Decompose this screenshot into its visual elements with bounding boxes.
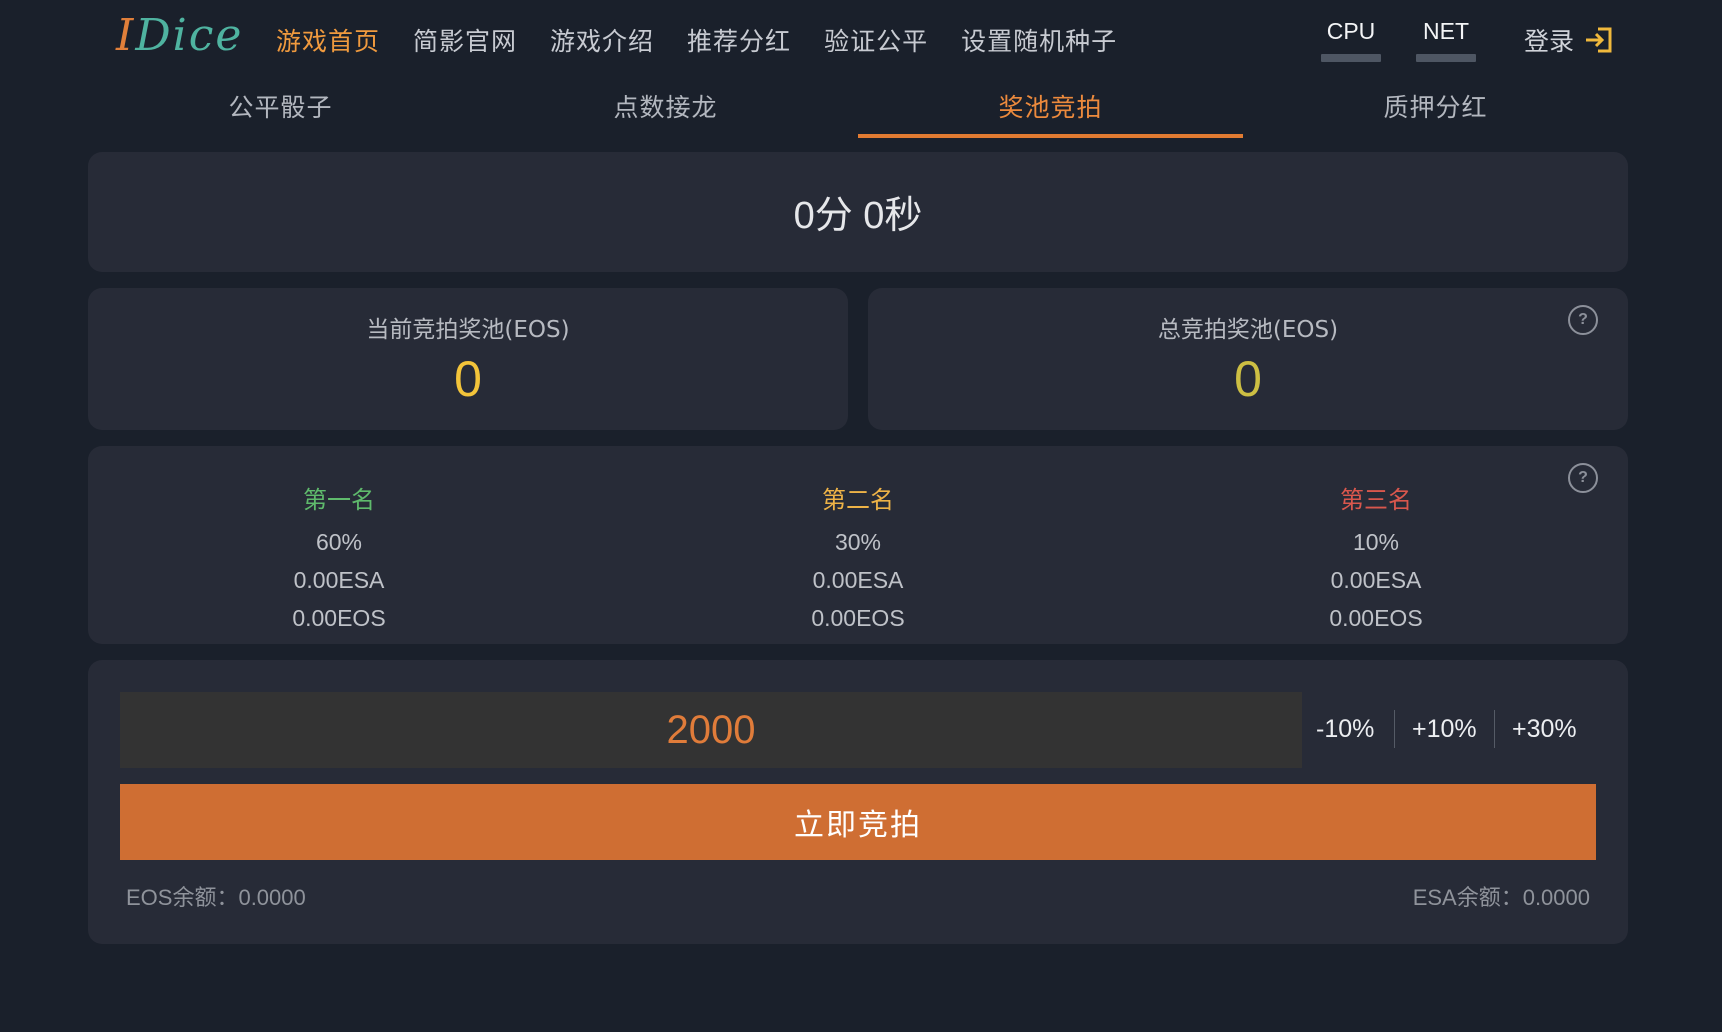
current-pool-value: 0 xyxy=(454,351,482,407)
bid-card: -10% +10% +30% 立即竞拍 EOS余额：0.0000 ESA余额：0… xyxy=(88,660,1628,944)
total-pool-value: 0 xyxy=(1234,351,1262,407)
adjust-plus-30: +30% xyxy=(1512,704,1577,754)
cpu-label: CPU xyxy=(1326,18,1376,44)
nav-item-verify-fairness[interactable]: 验证公平 xyxy=(824,22,928,58)
game-tabs: 公平骰子 点数接龙 奖池竞拍 质押分红 xyxy=(88,78,1628,138)
net-resource-meter: NET xyxy=(1416,18,1476,62)
rank-esa-amount: 0.00ESA xyxy=(812,567,904,593)
nav-item-official-site[interactable]: 简影官网 xyxy=(413,22,517,58)
divider xyxy=(1494,710,1495,748)
login-label: 登录 xyxy=(1524,27,1575,56)
login-button[interactable]: 登录 xyxy=(1524,22,1614,58)
nav-item-set-random-seed[interactable]: 设置随机种子 xyxy=(961,22,1117,58)
top-navbar: IDice 游戏首页 简影官网 游戏介绍 推荐分红 验证公平 设置随机种子 CP… xyxy=(0,0,1722,78)
rank-percent: 30% xyxy=(834,529,882,555)
bid-amount-input[interactable] xyxy=(120,692,1302,768)
total-pool-title: 总竞拍奖池(EOS) xyxy=(1157,317,1339,343)
tab-fair-dice[interactable]: 公平骰子 xyxy=(88,78,473,138)
prize-ranks-card: ? 第一名 60% 0.00ESA 0.00EOS 第二名 30% 0.00ES… xyxy=(88,446,1628,644)
esa-balance: ESA余额：0.0000 xyxy=(1412,885,1590,910)
rank-second: 第二名 30% 0.00ESA 0.00EOS xyxy=(708,480,1008,637)
rank-esa-amount: 0.00ESA xyxy=(1330,567,1422,593)
rank-esa-amount: 0.00ESA xyxy=(293,567,385,593)
help-icon[interactable]: ? xyxy=(1568,463,1598,493)
rank-eos-amount: 0.00EOS xyxy=(1329,605,1423,631)
total-pool-card: 总竞拍奖池(EOS) 0 ? xyxy=(868,288,1628,430)
main-nav: 游戏首页 简影官网 游戏介绍 推荐分红 验证公平 设置随机种子 xyxy=(276,22,1150,58)
net-usage-bar xyxy=(1416,54,1476,62)
tab-pool-auction[interactable]: 奖池竞拍 xyxy=(858,78,1243,138)
decrease-10-percent-button[interactable]: -10% xyxy=(1316,715,1374,744)
rank-first: 第一名 60% 0.00ESA 0.00EOS xyxy=(189,480,489,637)
nav-item-home[interactable]: 游戏首页 xyxy=(276,22,380,58)
tab-staking-dividend[interactable]: 质押分红 xyxy=(1243,78,1628,138)
increase-10-percent-button[interactable]: +10% xyxy=(1412,715,1477,744)
tab-point-chain[interactable]: 点数接龙 xyxy=(473,78,858,138)
rank-eos-amount: 0.00EOS xyxy=(811,605,905,631)
rank-percent: 10% xyxy=(1352,529,1400,555)
rank-name: 第一名 xyxy=(303,486,375,514)
net-label: NET xyxy=(1423,18,1469,44)
current-pool-card: 当前竞拍奖池(EOS) 0 xyxy=(88,288,848,430)
nav-item-game-intro[interactable]: 游戏介绍 xyxy=(550,22,654,58)
cpu-usage-bar xyxy=(1321,54,1381,62)
help-icon[interactable]: ? xyxy=(1568,305,1598,335)
rank-eos-amount: 0.00EOS xyxy=(292,605,386,631)
eos-balance: EOS余额：0.0000 xyxy=(126,885,306,910)
rank-name: 第三名 xyxy=(1340,486,1412,514)
rank-percent: 60% xyxy=(315,529,363,555)
cpu-resource-meter: CPU xyxy=(1321,18,1381,62)
current-pool-title: 当前竞拍奖池(EOS) xyxy=(366,317,570,343)
login-icon xyxy=(1586,27,1612,53)
divider xyxy=(1394,710,1395,748)
adjust-plus-10: +10% xyxy=(1412,704,1477,754)
nav-item-referral-dividend[interactable]: 推荐分红 xyxy=(687,22,791,58)
rank-third: 第三名 10% 0.00ESA 0.00EOS xyxy=(1226,480,1526,637)
rank-name: 第二名 xyxy=(822,486,894,514)
bid-now-button[interactable]: 立即竞拍 xyxy=(120,784,1596,860)
countdown-timer: 0分 0秒 xyxy=(793,195,923,237)
adjust-minus-10: -10% xyxy=(1316,704,1374,754)
idice-logo[interactable]: IDice xyxy=(116,10,243,61)
increase-30-percent-button[interactable]: +30% xyxy=(1512,715,1577,744)
countdown-card: 0分 0秒 xyxy=(88,152,1628,272)
